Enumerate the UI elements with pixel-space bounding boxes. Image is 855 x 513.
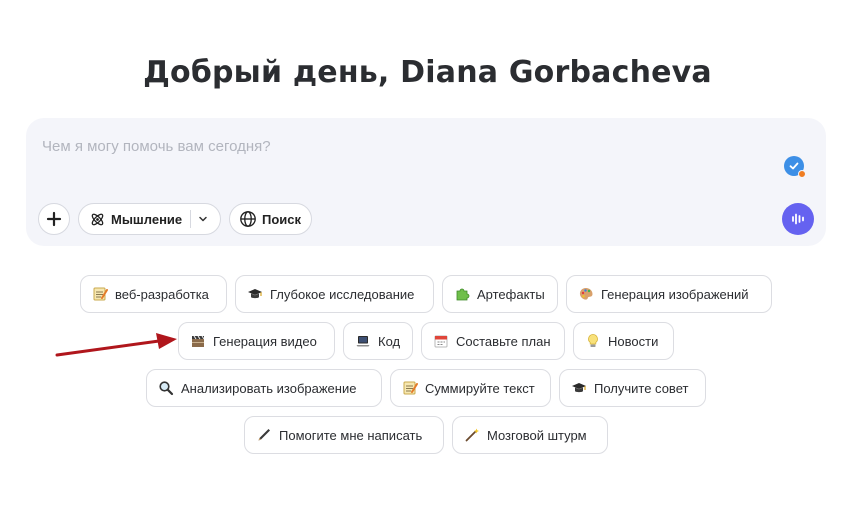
suggestion-chip[interactable]: веб-разработка	[80, 275, 227, 313]
suggestion-label: Генерация изображений	[601, 286, 749, 302]
suggestion-label: веб-разработка	[115, 286, 209, 302]
suggestion-chip[interactable]: Новости	[573, 322, 674, 360]
suggestion-chip[interactable]: Артефакты	[442, 275, 558, 313]
greeting-title: Добрый день, Diana Gorbacheva	[143, 55, 712, 90]
thinking-mode-label: Мышление	[111, 211, 183, 227]
prompt-composer[interactable]: Чем я могу помочь вам сегодня? Мышление …	[26, 118, 826, 246]
divider	[190, 210, 192, 228]
suggestion-chip[interactable]: Получите совет	[559, 369, 706, 407]
suggestion-label: Артефакты	[477, 286, 545, 302]
suggestion-label: Получите совет	[594, 380, 689, 396]
magic-wand-icon	[463, 426, 481, 444]
annotation-arrow	[55, 333, 177, 357]
suggestion-label: Мозговой штурм	[487, 427, 587, 443]
attach-button[interactable]	[38, 203, 70, 235]
suggestion-chip[interactable]: Помогите мне написать	[244, 416, 444, 454]
suggestion-label: Помогите мне написать	[279, 427, 423, 443]
waveform-icon	[792, 213, 804, 225]
suggestion-chip[interactable]: Генерация видео	[178, 322, 335, 360]
plus-icon	[46, 211, 62, 227]
atom-icon	[91, 213, 104, 225]
suggestion-chip[interactable]: Код	[343, 322, 413, 360]
status-dot	[798, 170, 806, 178]
suggestion-chip[interactable]: Генерация изображений	[566, 275, 772, 313]
grammar-check-icon[interactable]	[784, 156, 806, 178]
suggestion-label: Генерация видео	[213, 333, 317, 349]
search-label: Поиск	[262, 211, 302, 227]
clapper-icon	[189, 332, 207, 350]
chevron-down-icon[interactable]	[198, 214, 208, 224]
lightbulb-icon	[584, 332, 602, 350]
puzzle-icon	[453, 285, 471, 303]
suggestion-label: Анализировать изображение	[181, 380, 357, 396]
magnifier-icon	[157, 379, 175, 397]
palette-icon	[577, 285, 595, 303]
voice-input-button[interactable]	[782, 203, 814, 235]
suggestion-chip[interactable]: Суммируйте текст	[390, 369, 551, 407]
laptop-icon	[354, 332, 372, 350]
graduation-cap-icon	[246, 285, 264, 303]
suggestion-chip[interactable]: Мозговой штурм	[452, 416, 608, 454]
memo-icon	[91, 285, 109, 303]
suggestion-chip[interactable]: Анализировать изображение	[146, 369, 382, 407]
calendar-icon	[432, 332, 450, 350]
memo-icon	[401, 379, 419, 397]
pen-icon	[255, 426, 273, 444]
globe-icon	[240, 211, 256, 227]
suggestion-label: Суммируйте текст	[425, 380, 535, 396]
suggestion-label: Глубокое исследование	[270, 286, 415, 302]
thinking-mode-button[interactable]: Мышление	[78, 203, 221, 235]
search-button[interactable]: Поиск	[229, 203, 312, 235]
suggestion-chip[interactable]: Глубокое исследование	[235, 275, 434, 313]
prompt-input[interactable]: Чем я могу помочь вам сегодня?	[42, 138, 271, 155]
suggestion-label: Новости	[608, 333, 659, 349]
suggestion-chip[interactable]: Составьте план	[421, 322, 565, 360]
graduation-cap-icon	[570, 379, 588, 397]
suggestion-label: Код	[378, 333, 401, 349]
suggestion-label: Составьте план	[456, 333, 551, 349]
